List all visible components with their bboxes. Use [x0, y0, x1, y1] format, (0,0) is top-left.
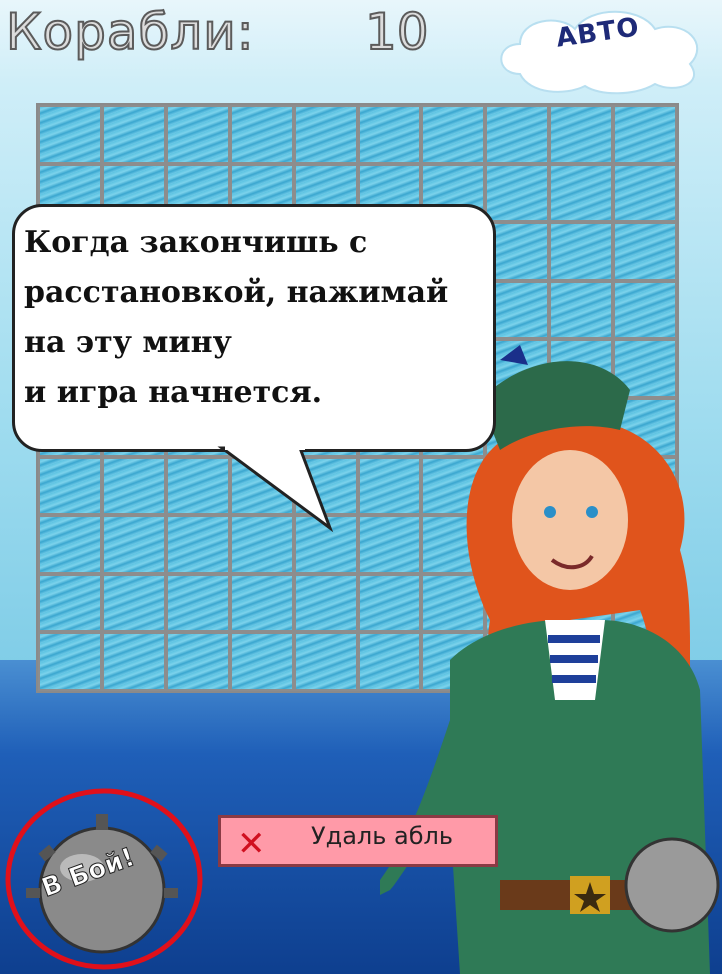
second-mine-icon [624, 837, 720, 933]
board-cell[interactable] [101, 573, 166, 633]
board-cell[interactable] [229, 515, 294, 574]
board-cell[interactable] [101, 515, 166, 574]
board-cell[interactable] [38, 632, 102, 691]
board-cell[interactable] [38, 105, 102, 164]
board-cell[interactable] [165, 515, 230, 574]
speech-bubble-text: Когда закончишь с расстановкой, нажимай … [24, 218, 494, 418]
speech-line: и игра начнется. [24, 375, 323, 410]
board-cell[interactable] [549, 222, 614, 281]
board-cell[interactable] [357, 105, 422, 164]
board-cell[interactable] [165, 456, 230, 516]
board-cell[interactable] [549, 163, 614, 223]
board-cell[interactable] [229, 632, 294, 691]
highlight-ring [5, 788, 203, 970]
board-cell[interactable] [101, 456, 166, 516]
board-cell[interactable] [485, 163, 550, 223]
board-cell[interactable] [293, 105, 358, 164]
board-cell[interactable] [165, 573, 230, 633]
board-cell[interactable] [613, 105, 677, 164]
board-cell[interactable] [101, 105, 166, 164]
board-cell[interactable] [165, 632, 230, 691]
remove-ship-button[interactable]: ✕ Удаль абль [218, 815, 498, 867]
board-cell[interactable] [229, 105, 294, 164]
board-cell[interactable] [165, 105, 230, 164]
board-cell[interactable] [229, 456, 294, 516]
board-cell[interactable] [613, 222, 677, 281]
board-cell[interactable] [613, 163, 677, 223]
remove-ship-label: Удаль абль [311, 822, 454, 850]
ships-label: Корабли: [5, 2, 255, 62]
board-cell[interactable] [38, 515, 102, 574]
x-icon: ✕ [237, 824, 266, 864]
board-cell[interactable] [229, 573, 294, 633]
board-cell[interactable] [293, 573, 358, 633]
board-cell[interactable] [38, 456, 102, 516]
board-cell[interactable] [293, 515, 358, 574]
board-cell[interactable] [293, 456, 358, 516]
speech-line: расстановкой, нажимай [24, 275, 449, 310]
board-cell[interactable] [421, 105, 486, 164]
speech-line: Когда закончишь с [24, 225, 368, 260]
board-cell[interactable] [549, 105, 614, 164]
ships-count: 10 [364, 2, 430, 62]
board-cell[interactable] [293, 632, 358, 691]
speech-line: на эту мину [24, 325, 232, 360]
board-cell[interactable] [38, 573, 102, 633]
board-cell[interactable] [101, 632, 166, 691]
board-cell[interactable] [485, 105, 550, 164]
